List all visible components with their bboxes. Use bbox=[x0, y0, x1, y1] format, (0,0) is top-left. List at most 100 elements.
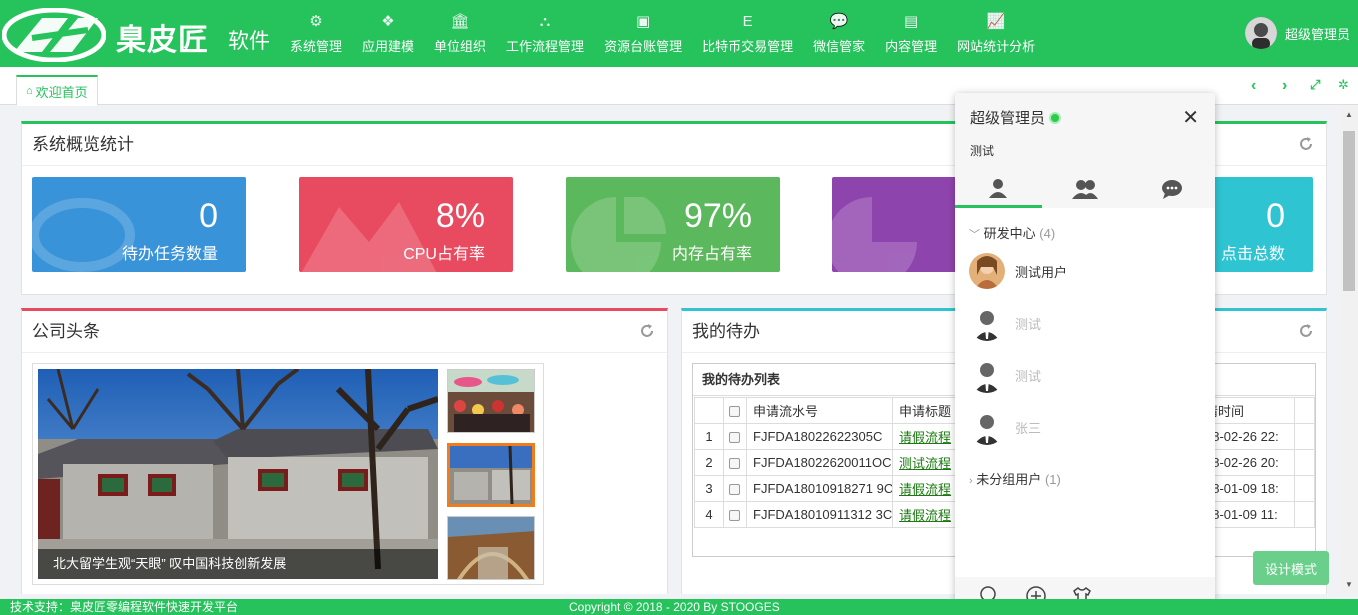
chevron-right-icon: › bbox=[969, 475, 973, 487]
header-rownum bbox=[694, 397, 724, 424]
nav-item-7[interactable]: ▤ 内容管理 bbox=[875, 0, 947, 67]
nav-item-label: 单位组织 bbox=[434, 39, 487, 54]
refresh-icon[interactable] bbox=[639, 323, 655, 339]
gear-icon[interactable]: ✲ bbox=[1338, 77, 1349, 93]
group-rd-center[interactable]: ﹀ 研发中心 (4) bbox=[969, 223, 1055, 242]
chat-user: 超级管理员 bbox=[970, 107, 1062, 128]
member-name: 张三 bbox=[1015, 420, 1042, 436]
row-extra bbox=[1294, 423, 1315, 450]
design-mode-button[interactable]: 设计模式 bbox=[1253, 551, 1329, 585]
tab-next-icon[interactable]: › bbox=[1282, 77, 1287, 95]
logo[interactable]: 臬皮匠 软件 bbox=[0, 0, 280, 67]
member-name: 测试 bbox=[1015, 316, 1042, 332]
tab-messages[interactable] bbox=[1128, 170, 1215, 208]
logo-text: 臬皮匠 bbox=[116, 24, 209, 57]
chat-user-name: 超级管理员 bbox=[970, 110, 1046, 127]
stat-card-todo[interactable]: 0 待办任务数量 bbox=[32, 177, 246, 272]
archive-icon: ▣ bbox=[635, 13, 651, 30]
nav-item-label: 内容管理 bbox=[885, 39, 938, 54]
row-checkbox[interactable] bbox=[729, 432, 740, 444]
user-menu[interactable]: 超级管理员 bbox=[1244, 17, 1350, 49]
nav-item-label: 应用建模 bbox=[362, 39, 415, 54]
stat-card-cpu[interactable]: 8% CPU占有率 bbox=[299, 177, 513, 272]
nav-item-1[interactable]: ❖ 应用建模 bbox=[352, 0, 424, 67]
member-name: 测试 bbox=[1015, 368, 1042, 384]
row-subject-link[interactable]: 请假流程 bbox=[899, 430, 951, 445]
tab-home-label: 欢迎首页 bbox=[35, 84, 88, 100]
row-checkbox[interactable] bbox=[729, 484, 740, 496]
scroll-up-icon[interactable]: ▲ bbox=[1345, 110, 1353, 119]
nav-item-6[interactable]: 💬 微信管家 bbox=[803, 0, 875, 67]
close-icon[interactable]: ✕ bbox=[1182, 105, 1199, 130]
user-icon bbox=[989, 178, 1008, 198]
scroll-down-icon[interactable]: ▼ bbox=[1345, 580, 1353, 589]
nav-item-5[interactable]: E 比特币交易管理 bbox=[692, 0, 803, 67]
chat-tabs bbox=[955, 170, 1215, 208]
stat-value: 97% bbox=[683, 197, 752, 235]
news-thumbnail-active[interactable] bbox=[447, 443, 535, 507]
footer: 技术支持：臬皮匠零编程软件快速开发平台 Copyright © 2018 - 2… bbox=[0, 599, 1358, 615]
group-name: 未分组用户 bbox=[976, 472, 1042, 487]
group-ungrouped[interactable]: › 未分组用户 (1) bbox=[969, 469, 1061, 488]
main-nav: ⚙ 系统管理 ❖ 应用建模 🏛 单位组织 ⛬ 工作流程管理 ▣ 资源台账管理 E 比特币交易管理 💬 微信… bbox=[280, 0, 1045, 67]
stat-label: 点击总数 bbox=[1220, 246, 1285, 263]
row-number: 3 bbox=[694, 475, 724, 502]
stat-label: CPU占有率 bbox=[403, 246, 485, 263]
nav-item-label: 资源台账管理 bbox=[604, 39, 683, 54]
nav-item-4[interactable]: ▣ 资源台账管理 bbox=[594, 0, 692, 67]
row-serial: FJFDA18010918271 9C bbox=[746, 475, 893, 502]
member-item[interactable]: 测试用户 bbox=[969, 253, 1067, 289]
news-thumbnail[interactable] bbox=[447, 369, 535, 433]
stat-card-memory[interactable]: 97% 内存占有率 bbox=[566, 177, 780, 272]
logo-mark-icon bbox=[2, 8, 106, 62]
news-title: 公司头条 bbox=[22, 311, 667, 353]
member-item[interactable]: 测试 bbox=[969, 357, 1041, 393]
stat-value: 8% bbox=[435, 197, 485, 235]
row-checkbox[interactable] bbox=[729, 458, 740, 470]
gears-icon: ⚙ bbox=[309, 13, 323, 30]
tab-groups[interactable] bbox=[1042, 170, 1129, 208]
scrollbar-thumb[interactable] bbox=[1343, 131, 1355, 291]
refresh-icon[interactable] bbox=[1298, 323, 1314, 339]
vertical-scrollbar[interactable]: ▲ ▼ bbox=[1340, 106, 1358, 594]
group-count: (4) bbox=[1039, 226, 1056, 241]
stat-value: 0 bbox=[199, 197, 218, 235]
tab-friends[interactable] bbox=[955, 170, 1042, 208]
row-subject-link[interactable]: 请假流程 bbox=[899, 482, 951, 497]
fullscreen-icon[interactable]: ⤢ bbox=[1310, 77, 1320, 93]
nav-item-2[interactable]: 🏛 单位组织 bbox=[424, 0, 496, 67]
nav-item-0[interactable]: ⚙ 系统管理 bbox=[280, 0, 352, 67]
news-thumbnail[interactable] bbox=[447, 516, 535, 580]
news-main-image[interactable]: 北大留学生观“天眼” 叹中国科技创新发展 bbox=[38, 369, 438, 579]
nav-item-label: 网站统计分析 bbox=[957, 39, 1036, 54]
avatar bbox=[969, 357, 1005, 393]
row-extra bbox=[1294, 475, 1315, 502]
row-checkbox-cell bbox=[723, 449, 747, 476]
institution-icon: 🏛 bbox=[450, 13, 470, 30]
tab-prev-icon[interactable]: ‹ bbox=[1251, 77, 1256, 95]
row-subject-link[interactable]: 请假流程 bbox=[899, 508, 951, 523]
avatar bbox=[969, 305, 1005, 341]
tab-home[interactable]: ⌂ 欢迎首页 bbox=[16, 75, 98, 106]
chevron-down-icon: ﹀ bbox=[969, 229, 980, 241]
refresh-icon[interactable] bbox=[1298, 136, 1314, 152]
row-serial: FJFDA18022620011OC bbox=[746, 449, 893, 476]
row-extra bbox=[1294, 501, 1315, 528]
member-item[interactable]: 测试 bbox=[969, 305, 1041, 341]
row-checkbox[interactable] bbox=[729, 510, 740, 522]
row-checkbox-cell bbox=[723, 475, 747, 502]
comment-icon bbox=[1161, 180, 1182, 199]
nav-item-8[interactable]: 📈 网站统计分析 bbox=[947, 0, 1045, 67]
avatar bbox=[969, 253, 1005, 289]
nav-item-3[interactable]: ⛬ 工作流程管理 bbox=[496, 0, 594, 67]
header-serial[interactable]: 申请流水号 bbox=[746, 397, 893, 424]
nav-item-label: 比特币交易管理 bbox=[702, 39, 794, 54]
select-all-checkbox[interactable] bbox=[729, 406, 740, 418]
stat-label: 内存占有率 bbox=[671, 246, 752, 263]
chat-signature: 测试 bbox=[970, 144, 995, 158]
member-item[interactable]: 张三 bbox=[969, 409, 1041, 445]
row-subject-link[interactable]: 测试流程 bbox=[899, 456, 951, 471]
row-number: 1 bbox=[694, 423, 724, 450]
news-caption: 北大留学生观“天眼” 叹中国科技创新发展 bbox=[38, 549, 438, 579]
row-number: 2 bbox=[694, 449, 724, 476]
